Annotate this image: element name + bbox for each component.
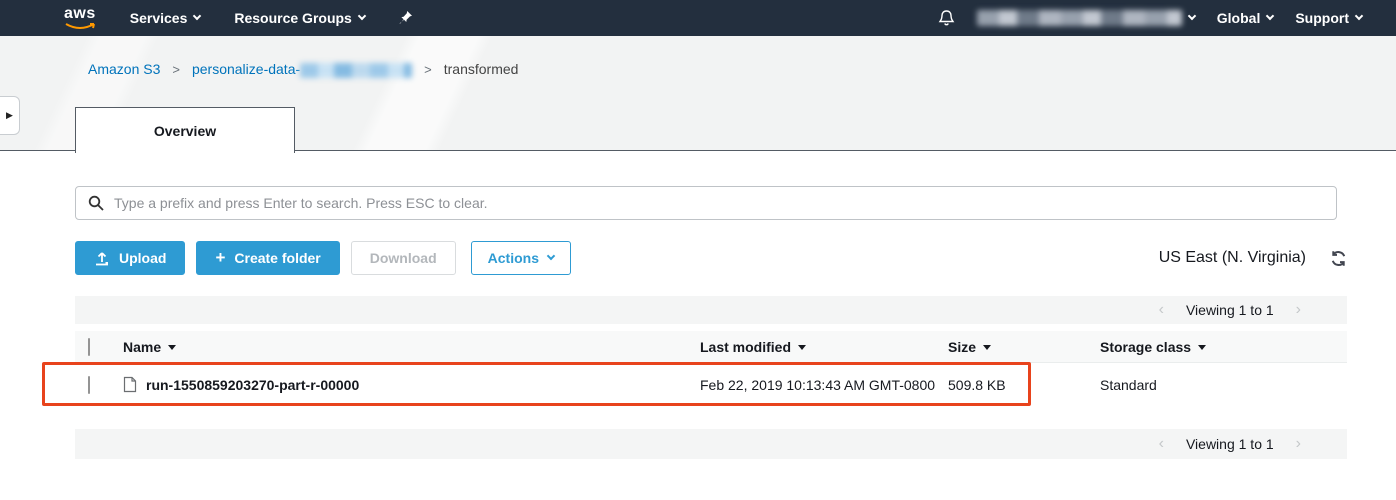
bell-icon[interactable] — [938, 9, 955, 27]
sort-caret-icon — [1198, 345, 1206, 350]
nav-resource-groups-menu[interactable]: Resource Groups — [234, 10, 364, 26]
prefix-search-input[interactable] — [114, 195, 1324, 211]
account-name-redacted — [977, 10, 1182, 26]
flyout-arrow-icon: ▶ — [6, 110, 13, 121]
breadcrumb-separator: > — [172, 62, 180, 77]
object-size: 509.8 KB — [948, 377, 1100, 393]
chevron-down-icon — [1355, 12, 1363, 20]
upload-button-label: Upload — [119, 250, 166, 266]
nav-region-label: Global — [1217, 10, 1261, 26]
row-checkbox[interactable] — [88, 376, 90, 394]
refresh-icon — [1330, 250, 1347, 267]
create-folder-button-label: Create folder — [234, 250, 320, 266]
chevron-down-icon — [193, 12, 201, 20]
nav-support-label: Support — [1295, 10, 1349, 26]
nav-support-menu[interactable]: Support — [1295, 10, 1362, 26]
table-row[interactable]: run-1550859203270-part-r-00000 Feb 22, 2… — [75, 363, 1347, 406]
column-header-storage-class-label: Storage class — [1100, 339, 1191, 355]
object-name-cell: run-1550859203270-part-r-00000 — [123, 376, 700, 393]
top-navbar: aws Services Resource Groups — [0, 0, 1396, 36]
region-label: US East (N. Virginia) — [1159, 249, 1306, 267]
tab-overview-label: Overview — [154, 123, 216, 139]
pagination-prev-icon[interactable]: ‹ — [1155, 301, 1168, 319]
pagination-viewing-label: Viewing 1 to 1 — [1186, 436, 1274, 452]
tab-overview[interactable]: Overview — [75, 107, 295, 153]
upload-icon — [94, 251, 110, 266]
nav-resource-groups-label: Resource Groups — [234, 10, 351, 26]
breadcrumb-current-folder: transformed — [444, 61, 519, 77]
chevron-down-icon — [547, 252, 555, 260]
s3-console-page: aws Services Resource Groups — [0, 0, 1396, 500]
file-icon — [123, 376, 137, 393]
pagination-next-icon[interactable]: › — [1292, 301, 1305, 319]
aws-logo-text: aws — [64, 6, 96, 22]
sort-caret-icon — [983, 345, 991, 350]
aws-smile-icon — [65, 22, 95, 31]
pagination-prev-icon[interactable]: ‹ — [1155, 435, 1168, 453]
upload-button[interactable]: Upload — [75, 241, 185, 275]
column-header-name[interactable]: Name — [123, 339, 700, 355]
object-name-link[interactable]: run-1550859203270-part-r-00000 — [146, 377, 359, 393]
actions-dropdown-button[interactable]: Actions — [471, 241, 571, 275]
object-last-modified: Feb 22, 2019 10:13:43 AM GMT-0800 — [700, 377, 948, 393]
pagination-viewing-label: Viewing 1 to 1 — [1186, 302, 1274, 318]
search-icon — [88, 195, 104, 211]
breadcrumb: Amazon S3 > personalize-data- > transfor… — [88, 61, 518, 78]
column-header-size-label: Size — [948, 339, 976, 355]
column-header-storage-class[interactable]: Storage class — [1100, 339, 1347, 355]
chevron-down-icon — [1188, 12, 1196, 20]
nav-services-menu[interactable]: Services — [130, 10, 201, 26]
chevron-down-icon — [358, 12, 366, 20]
pagination-bar-top: ‹ Viewing 1 to 1 › — [75, 296, 1347, 324]
chevron-down-icon — [1266, 12, 1274, 20]
create-folder-button[interactable]: + Create folder — [196, 241, 339, 275]
object-storage-class: Standard — [1100, 377, 1347, 393]
breadcrumb-amazon-s3[interactable]: Amazon S3 — [88, 61, 160, 77]
download-button[interactable]: Download — [351, 241, 456, 275]
account-menu[interactable] — [977, 10, 1195, 26]
sort-caret-icon — [168, 345, 176, 350]
bucket-name-redacted — [300, 63, 412, 78]
aws-logo[interactable]: aws — [64, 6, 96, 31]
column-header-name-label: Name — [123, 339, 161, 355]
breadcrumb-bucket[interactable]: personalize-data- — [192, 61, 412, 78]
column-header-size[interactable]: Size — [948, 339, 1100, 355]
pagination-bar-bottom: ‹ Viewing 1 to 1 › — [75, 429, 1347, 459]
table-header-row: Name Last modified Size Storage class — [75, 331, 1347, 363]
column-header-last-modified-label: Last modified — [700, 339, 791, 355]
breadcrumb-separator: > — [424, 62, 432, 77]
plus-icon: + — [215, 249, 225, 266]
sort-caret-icon — [798, 345, 806, 350]
pushpin-icon[interactable] — [399, 10, 413, 26]
refresh-button[interactable] — [1330, 250, 1347, 267]
download-button-label: Download — [370, 250, 437, 266]
actions-button-label: Actions — [488, 250, 539, 266]
nav-region-menu[interactable]: Global — [1217, 10, 1274, 26]
pagination-next-icon[interactable]: › — [1292, 435, 1305, 453]
prefix-search-bar — [75, 186, 1337, 220]
toolbar: Upload + Create folder Download Actions … — [75, 241, 1347, 275]
sidebar-flyout-handle[interactable]: ▶ — [0, 96, 20, 135]
select-all-checkbox[interactable] — [88, 338, 90, 356]
column-header-last-modified[interactable]: Last modified — [700, 339, 948, 355]
nav-services-label: Services — [130, 10, 188, 26]
